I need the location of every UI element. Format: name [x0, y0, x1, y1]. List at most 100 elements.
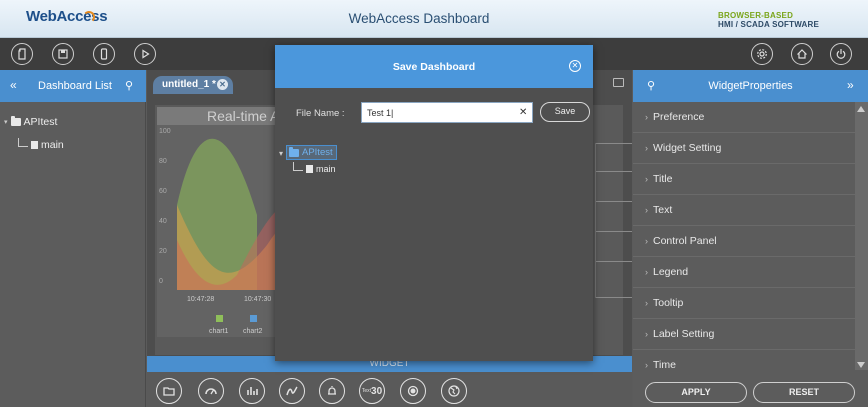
dashboard-list-title: Dashboard List [38, 80, 112, 92]
tree-expand-icon[interactable]: ▾ [279, 149, 283, 158]
file-icon [306, 165, 313, 173]
prop-text[interactable]: › Text [633, 195, 855, 226]
prop-control-panel[interactable]: › Control Panel [633, 226, 855, 257]
settings-icon[interactable] [751, 43, 773, 65]
alarm-icon[interactable] [319, 378, 345, 404]
tab-untitled-1[interactable]: untitled_1 * ✕ [153, 76, 233, 94]
prop-tooltip[interactable]: › Tooltip [633, 288, 855, 319]
x-axis-ticks: 10:47:28 10:47:30 [187, 296, 271, 303]
text-number-icon[interactable]: Text 30 [359, 378, 385, 404]
legend-swatch [216, 315, 223, 322]
legend-swatch [250, 315, 257, 322]
logo-ring-icon [83, 11, 95, 23]
dialog-tree-item-label: main [316, 164, 336, 174]
prop-time[interactable]: › Time [633, 350, 855, 381]
properties-scrollbar[interactable] [855, 102, 868, 370]
chevron-right-icon: › [645, 360, 648, 370]
close-tab-icon[interactable]: ✕ [217, 79, 228, 90]
y-tick-label: 0 [159, 278, 163, 285]
tree-item-main[interactable]: main [18, 137, 64, 151]
bar-chart-icon[interactable] [239, 378, 265, 404]
y-axis-ticks: 100 80 60 40 20 0 [159, 128, 171, 285]
prop-label-setting[interactable]: › Label Setting [633, 319, 855, 350]
widget-properties-header: ⚲ WidgetProperties » [633, 70, 868, 102]
chevron-right-icon: › [645, 205, 648, 215]
line-chart-icon[interactable] [279, 378, 305, 404]
y-tick-label: 100 [159, 128, 171, 135]
text-value: 30 [371, 385, 383, 397]
close-dialog-icon[interactable]: ✕ [569, 60, 581, 72]
folder-icon [10, 116, 21, 126]
app-title: WebAccess Dashboard [348, 11, 490, 26]
mobile-icon[interactable] [93, 43, 115, 65]
chevron-right-icon: › [645, 143, 648, 153]
tree-expand-icon[interactable]: ▾ [4, 118, 8, 126]
webaccess-logo: WebAccess [26, 8, 110, 30]
dialog-tree-item-main[interactable]: main [293, 161, 336, 174]
window-icon[interactable] [613, 78, 624, 87]
x-tick-label: 10:47:28 [187, 296, 214, 303]
chart-legend: chart1 chart2 [209, 315, 263, 335]
folder-image-icon[interactable] [156, 378, 182, 404]
scroll-up-icon[interactable] [857, 106, 865, 112]
app-header: WebAccess WebAccess Dashboard BROWSER-BA… [0, 0, 868, 38]
dialog-tree-root-apitest[interactable]: APItest [286, 145, 337, 160]
logo-text: WebAccess [26, 8, 108, 25]
tree-root-label: APItest [23, 116, 58, 128]
chevron-right-icon: › [645, 329, 648, 339]
pin-icon[interactable]: ⚲ [125, 79, 133, 92]
collapse-left-icon[interactable]: « [10, 78, 17, 92]
collapse-right-icon[interactable]: » [847, 78, 854, 92]
dialog-title: Save Dashboard [392, 61, 476, 73]
chevron-right-icon: › [645, 267, 648, 277]
folder-icon [289, 146, 299, 157]
tree-item-label: main [41, 139, 64, 151]
button-icon[interactable] [400, 378, 426, 404]
home-icon[interactable] [791, 43, 813, 65]
y-tick-label: 40 [159, 218, 167, 225]
prop-title[interactable]: › Title [633, 164, 855, 195]
widget-properties-panel: ⚲ WidgetProperties » › Preference › Widget… [633, 70, 868, 407]
legend-label: chart1 [209, 328, 229, 335]
x-tick-label: 10:47:30 [244, 296, 271, 303]
clear-input-icon[interactable]: ✕ [519, 107, 527, 118]
file-icon [31, 141, 38, 149]
file-name-input[interactable] [361, 102, 533, 123]
save-button[interactable]: Save [540, 102, 590, 122]
prop-legend[interactable]: › Legend [633, 257, 855, 288]
table-widget[interactable] [595, 143, 633, 298]
chart-title: Real-time A [207, 108, 280, 124]
chevron-right-icon: › [645, 236, 648, 246]
chevron-right-icon: › [645, 174, 648, 184]
legend-label: chart2 [243, 328, 263, 335]
save-icon[interactable] [52, 43, 74, 65]
chevron-right-icon: › [645, 112, 648, 122]
y-tick-label: 80 [159, 158, 167, 165]
reset-button[interactable]: RESET [753, 382, 855, 403]
tree-connector [18, 137, 28, 147]
power-icon[interactable] [830, 43, 852, 65]
dialog-tree-root-label: APItest [302, 147, 333, 158]
gauge-icon[interactable] [198, 378, 224, 404]
tagline-line2: HMI / SCADA SOFTWARE [718, 20, 820, 29]
play-icon[interactable] [134, 43, 156, 65]
tagline-line1: BROWSER-BASED [718, 11, 794, 20]
y-tick-label: 60 [159, 188, 167, 195]
tab-label: untitled_1 * [162, 79, 216, 90]
y-tick-label: 20 [159, 248, 167, 255]
dashboard-list-panel: « Dashboard List ⚲ ▾ APItest main [0, 70, 146, 407]
tree-connector [293, 161, 303, 171]
import-icon[interactable] [11, 43, 33, 65]
widget-palette: Text 30 [147, 372, 632, 407]
apply-button[interactable]: APPLY [645, 382, 747, 403]
tree-root-apitest[interactable]: ▾ APItest [4, 116, 57, 128]
text-prefix: Text [361, 388, 372, 394]
globe-icon[interactable] [441, 378, 467, 404]
prop-preference[interactable]: › Preference [633, 102, 855, 133]
scroll-down-icon[interactable] [857, 362, 865, 368]
prop-widget-setting[interactable]: › Widget Setting [633, 133, 855, 164]
widget-properties-title: WidgetProperties [708, 80, 793, 92]
file-name-label: File Name : [296, 108, 345, 119]
dashboard-list-header: « Dashboard List ⚲ [0, 70, 146, 102]
dialog-header: Save Dashboard ✕ [275, 45, 593, 88]
